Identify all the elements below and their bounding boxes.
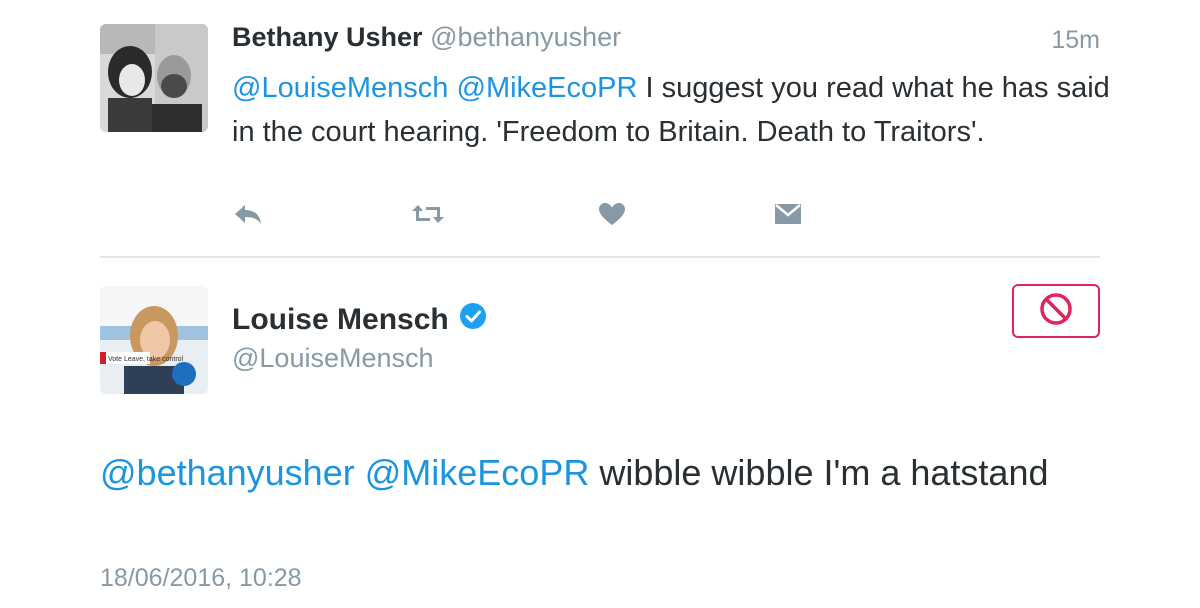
tweet1-action-bar <box>232 200 832 234</box>
tweet2-author-handle[interactable]: @LouiseMensch <box>232 343 434 374</box>
tweet2-timestamp[interactable]: 18/06/2016, 10:28 <box>100 564 302 593</box>
like-button[interactable] <box>596 200 628 232</box>
reply-icon <box>233 203 263 230</box>
retweet-icon <box>411 203 445 230</box>
tweet1-header: Bethany Usher @bethanyusher <box>232 22 621 53</box>
avatar-caption: Vote Leave, take control <box>108 356 184 363</box>
tweet1-mention-mikeecopr[interactable]: @MikeEcoPR <box>457 72 638 104</box>
block-button[interactable] <box>1012 284 1100 338</box>
like-icon <box>598 202 626 231</box>
louise-mensch-avatar[interactable]: Vote Leave, take control <box>100 286 208 394</box>
tweet2-body: wibble wibble I'm a hatstand <box>599 452 1049 493</box>
direct-message-button[interactable] <box>772 200 804 232</box>
tweet1-author-handle[interactable]: @bethanyusher <box>430 22 621 52</box>
tweet1-timestamp[interactable]: 15m <box>1051 26 1100 55</box>
tweet2-text: @bethanyusher @MikeEcoPR wibble wibble I… <box>100 446 1100 500</box>
verified-badge-icon <box>459 302 487 338</box>
retweet-button[interactable] <box>412 200 444 232</box>
direct-message-icon <box>774 203 802 230</box>
tweet1-author-name[interactable]: Bethany Usher <box>232 22 423 52</box>
bethany-usher-avatar[interactable] <box>100 24 208 132</box>
tweet1-mention-louisemensch[interactable]: @LouiseMensch <box>232 72 448 104</box>
block-icon <box>1039 292 1073 331</box>
tweet2-author-name-row: Louise Mensch <box>232 302 487 338</box>
tweet1-text: @LouiseMensch @MikeEcoPR I suggest you r… <box>232 66 1112 154</box>
reply-button[interactable] <box>232 200 264 232</box>
tweet2-mention-mikeecopr[interactable]: @MikeEcoPR <box>365 452 590 493</box>
tweet-divider <box>100 256 1100 258</box>
tweet2-author-name[interactable]: Louise Mensch <box>232 303 449 337</box>
tweet2-mention-bethanyusher[interactable]: @bethanyusher <box>100 452 355 493</box>
